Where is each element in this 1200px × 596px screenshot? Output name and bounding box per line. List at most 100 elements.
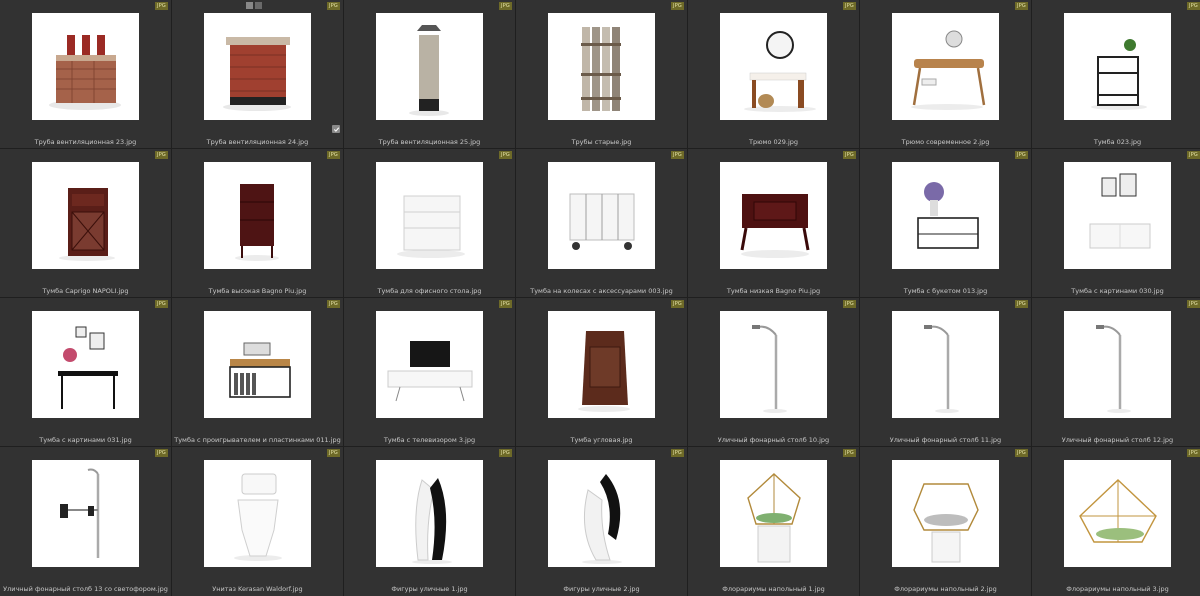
asset-thumbnail-cell[interactable]: JPG Тумба с букетом 013.jpg bbox=[860, 149, 1031, 297]
asset-thumbnail-cell[interactable]: JPG Тумба для офисного стола.jpg bbox=[344, 149, 515, 297]
tv-stand-icon bbox=[387, 341, 473, 402]
asset-thumbnail-cell[interactable]: JPG Тумба низкая Bagno Piu.jpg bbox=[688, 149, 859, 297]
asset-file-name: Тумба Caprigo NAPOLI.jpg bbox=[42, 287, 129, 295]
asset-thumbnail-cell[interactable]: JPG Тумба угловая.jpg bbox=[516, 298, 687, 446]
asset-file-name: Флорариумы напольный 2.jpg bbox=[894, 585, 997, 593]
file-type-badge: JPG bbox=[327, 2, 340, 10]
asset-preview-image[interactable] bbox=[32, 311, 139, 418]
asset-preview-image[interactable] bbox=[376, 13, 483, 120]
asset-preview-image[interactable] bbox=[32, 13, 139, 120]
asset-preview-image[interactable] bbox=[376, 311, 483, 418]
hexagonal-terrarium-icon bbox=[913, 483, 979, 563]
asset-thumbnail-cell[interactable]: JPG Унитаз Kerasan Waldorf.jpg bbox=[172, 447, 343, 596]
grid-view-icon[interactable] bbox=[246, 2, 253, 9]
file-type-badge: JPG bbox=[1015, 2, 1028, 10]
asset-preview-image[interactable] bbox=[204, 460, 311, 567]
brick-chimney-triple-pipe-icon bbox=[49, 35, 121, 110]
asset-thumbnail-cell[interactable]: JPG Фигуры уличные 1.jpg bbox=[344, 447, 515, 596]
asset-preview-image[interactable] bbox=[720, 460, 827, 567]
file-type-badge: JPG bbox=[843, 449, 856, 457]
asset-thumbnail-cell[interactable]: JPG Тумба с картинами 030.jpg bbox=[1032, 149, 1200, 297]
asset-file-name: Уличный фонарный столб 13 со светофором.… bbox=[3, 585, 168, 593]
asset-thumbnail-cell[interactable]: JPG Тумба высокая Bagno Piu.jpg bbox=[172, 149, 343, 297]
asset-thumbnail-cell[interactable]: JPG Уличный фонарный столб 10.jpg bbox=[688, 298, 859, 446]
asset-preview-image[interactable] bbox=[1064, 162, 1171, 269]
file-type-badge: JPG bbox=[1187, 449, 1200, 457]
asset-preview-image[interactable] bbox=[376, 162, 483, 269]
asset-preview-image[interactable] bbox=[720, 311, 827, 418]
asset-preview-image[interactable] bbox=[892, 460, 999, 567]
metal-shelf-stand-icon bbox=[1091, 39, 1147, 110]
asset-thumbnail-cell[interactable]: JPG Тумба с телевизором 3.jpg bbox=[344, 298, 515, 446]
asset-thumbnail-cell[interactable]: JPG Труба вентиляционная 24.jpg bbox=[172, 0, 343, 148]
stone-chimney-icon bbox=[409, 25, 449, 116]
asset-preview-image[interactable] bbox=[892, 162, 999, 269]
asset-thumbnail-cell[interactable]: JPG Тумба на колесах с аксессуарами 003.… bbox=[516, 149, 687, 297]
modern-dressing-table-icon bbox=[911, 30, 986, 110]
asset-thumbnail-cell[interactable]: JPG Трубы старые.jpg bbox=[516, 0, 687, 148]
toilet-icon bbox=[234, 473, 282, 561]
selected-checkbox-icon[interactable] bbox=[332, 125, 340, 133]
street-lamp-icon bbox=[1096, 325, 1131, 413]
asset-file-name: Труба вентиляционная 24.jpg bbox=[206, 138, 309, 146]
asset-preview-image[interactable] bbox=[892, 13, 999, 120]
asset-thumbnail-cell[interactable]: JPG Тумба с картинами 031.jpg bbox=[0, 298, 171, 446]
file-type-badge: JPG bbox=[499, 449, 512, 457]
asset-file-name: Тумба высокая Bagno Piu.jpg bbox=[208, 287, 307, 295]
embracing-figures-icon bbox=[412, 478, 452, 564]
asset-preview-image[interactable] bbox=[548, 13, 655, 120]
asset-preview-image[interactable] bbox=[548, 460, 655, 567]
file-type-badge: JPG bbox=[155, 151, 168, 159]
asset-thumbnail-cell[interactable]: JPG Уличный фонарный столб 12.jpg bbox=[1032, 298, 1200, 446]
asset-file-name: Фигуры уличные 2.jpg bbox=[563, 585, 640, 593]
asset-file-name: Тумба угловая.jpg bbox=[570, 436, 633, 444]
asset-preview-image[interactable] bbox=[32, 162, 139, 269]
asset-thumbnail-cell[interactable]: JPG Флорариумы напольный 1.jpg bbox=[688, 447, 859, 596]
asset-preview-image[interactable] bbox=[720, 162, 827, 269]
asset-thumbnail-cell[interactable]: JPG Фигуры уличные 2.jpg bbox=[516, 447, 687, 596]
asset-file-name: Флорариумы напольный 3.jpg bbox=[1066, 585, 1169, 593]
asset-thumbnail-cell[interactable]: JPG Труба вентиляционная 25.jpg bbox=[344, 0, 515, 148]
asset-preview-image[interactable] bbox=[548, 311, 655, 418]
asset-file-name: Труба вентиляционная 25.jpg bbox=[378, 138, 481, 146]
dancing-figures-icon bbox=[582, 474, 622, 564]
asset-preview-image[interactable] bbox=[1064, 311, 1171, 418]
asset-preview-image[interactable] bbox=[204, 311, 311, 418]
asset-file-name: Тумба 023.jpg bbox=[1093, 138, 1142, 146]
asset-preview-image[interactable] bbox=[720, 13, 827, 120]
asset-thumbnail-cell[interactable]: JPG Флорариумы напольный 2.jpg bbox=[860, 447, 1031, 596]
asset-file-name: Тумба с букетом 013.jpg bbox=[903, 287, 988, 295]
asset-file-name: Тумба для офисного стола.jpg bbox=[377, 287, 482, 295]
file-type-badge: JPG bbox=[1187, 2, 1200, 10]
asset-file-name: Тумба на колесах с аксессуарами 003.jpg bbox=[530, 287, 673, 295]
asset-file-name: Уличный фонарный столб 12.jpg bbox=[1061, 436, 1174, 444]
asset-thumbnail-cell[interactable]: JPG Уличный фонарный столб 11.jpg bbox=[860, 298, 1031, 446]
asset-preview-image[interactable] bbox=[32, 460, 139, 567]
asset-preview-image[interactable] bbox=[1064, 460, 1171, 567]
file-type-badge: JPG bbox=[843, 151, 856, 159]
asset-thumbnail-cell[interactable]: JPG Тумба с проигрывателем и пластинками… bbox=[172, 298, 343, 446]
file-type-badge: JPG bbox=[1015, 449, 1028, 457]
asset-preview-image[interactable] bbox=[1064, 13, 1171, 120]
asset-thumbnail-cell[interactable]: JPG Труба вентиляционная 23.jpg bbox=[0, 0, 171, 148]
asset-thumbnail-cell[interactable]: JPG Трюмо 029.jpg bbox=[688, 0, 859, 148]
asset-thumbnail-cell[interactable]: JPG Флорариумы напольный 3.jpg bbox=[1032, 447, 1200, 596]
asset-preview-image[interactable] bbox=[204, 162, 311, 269]
asset-thumbnail-cell[interactable]: JPG Уличный фонарный столб 13 со светофо… bbox=[0, 447, 171, 596]
asset-thumbnail-cell[interactable]: JPG Тумба Caprigo NAPOLI.jpg bbox=[0, 149, 171, 297]
view-toggle[interactable] bbox=[246, 2, 262, 9]
asset-thumbnail-cell[interactable]: JPG Трюмо современное 2.jpg bbox=[860, 0, 1031, 148]
list-view-icon[interactable] bbox=[255, 2, 262, 9]
asset-preview-image[interactable] bbox=[548, 162, 655, 269]
asset-file-name: Тумба с телевизором 3.jpg bbox=[383, 436, 476, 444]
asset-preview-image[interactable] bbox=[376, 460, 483, 567]
file-type-badge: JPG bbox=[671, 449, 684, 457]
file-type-badge: JPG bbox=[671, 2, 684, 10]
asset-file-name: Труба вентиляционная 23.jpg bbox=[34, 138, 137, 146]
black-console-pictures-icon bbox=[58, 326, 118, 409]
asset-thumbnail-cell[interactable]: JPG Тумба 023.jpg bbox=[1032, 0, 1200, 148]
asset-preview-image[interactable] bbox=[204, 13, 311, 120]
file-type-badge: JPG bbox=[155, 449, 168, 457]
street-lamp-icon bbox=[924, 325, 959, 413]
asset-preview-image[interactable] bbox=[892, 311, 999, 418]
